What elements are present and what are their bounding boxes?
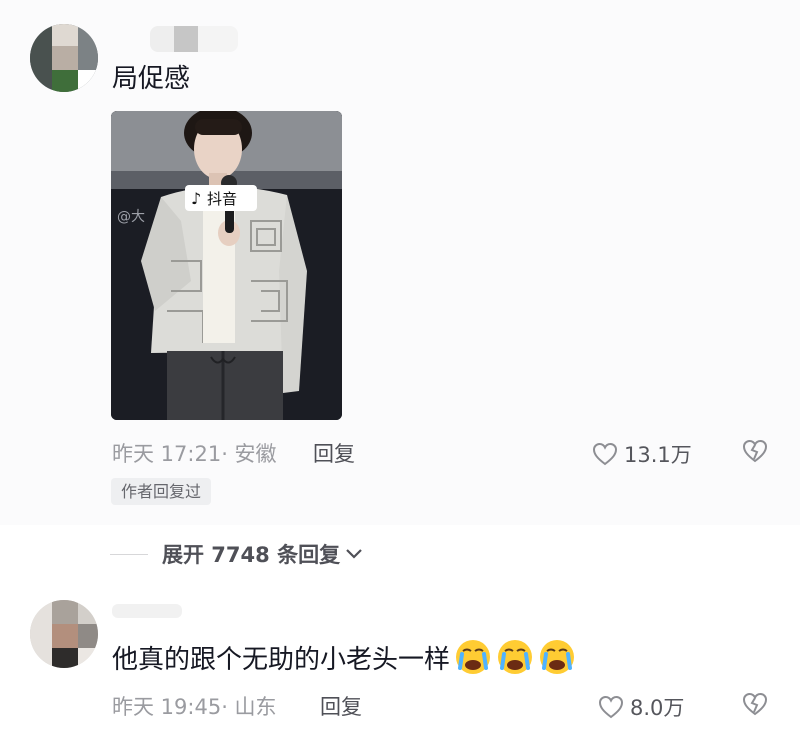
like-count: 8.0万 (630, 696, 685, 720)
photo-watermark: @大 (117, 209, 145, 225)
like-count: 13.1万 (624, 443, 692, 467)
chevron-down-icon (346, 549, 362, 559)
photo-logo-text: 抖音 (207, 190, 237, 208)
heart-icon (598, 695, 624, 719)
username-blurred[interactable] (150, 26, 238, 52)
crying-face-icon (456, 640, 491, 674)
crying-face-icon (498, 640, 533, 674)
dislike-button[interactable] (742, 692, 768, 720)
author-replied-badge: 作者回复过 (111, 478, 212, 505)
like-button[interactable]: 13.1万 (592, 439, 692, 469)
broken-heart-icon (742, 692, 768, 716)
comment-text: 他真的跟个无助的小老头一样 (112, 644, 451, 675)
expand-replies-label: 展开 7748 条回复 (162, 543, 341, 567)
comment-text: 局促感 (112, 64, 191, 94)
username-blurred[interactable] (112, 604, 182, 618)
comment-time-location: 昨天 17:21· 安徽 (112, 442, 277, 466)
like-button[interactable]: 8.0万 (598, 692, 684, 722)
crying-face-icon (540, 640, 575, 674)
comment-text-row: 他真的跟个无助的小老头一样 (112, 638, 576, 676)
divider-line (110, 553, 148, 555)
comment-time-location: 昨天 19:45· 山东 (112, 695, 277, 719)
avatar[interactable] (30, 600, 98, 668)
reply-button[interactable]: 回复 (320, 691, 362, 721)
heart-icon (592, 442, 618, 466)
comment-item-1: 局促感 ♪ 抖音 @大 昨天 17:21· 安徽 回复 13.1万 作者回复过 (0, 0, 800, 525)
comment-list: 局促感 ♪ 抖音 @大 昨天 17:21· 安徽 回复 13.1万 作者回复过 … (0, 0, 800, 729)
broken-heart-icon (742, 439, 768, 463)
avatar[interactable] (30, 24, 98, 92)
emoji-group (454, 638, 576, 676)
svg-text:♪: ♪ (191, 189, 201, 208)
reply-button[interactable]: 回复 (313, 438, 355, 468)
dislike-button[interactable] (742, 439, 768, 467)
expand-replies-button[interactable]: 展开 7748 条回复 (110, 538, 364, 570)
comment-photo[interactable]: ♪ 抖音 @大 (111, 111, 342, 420)
